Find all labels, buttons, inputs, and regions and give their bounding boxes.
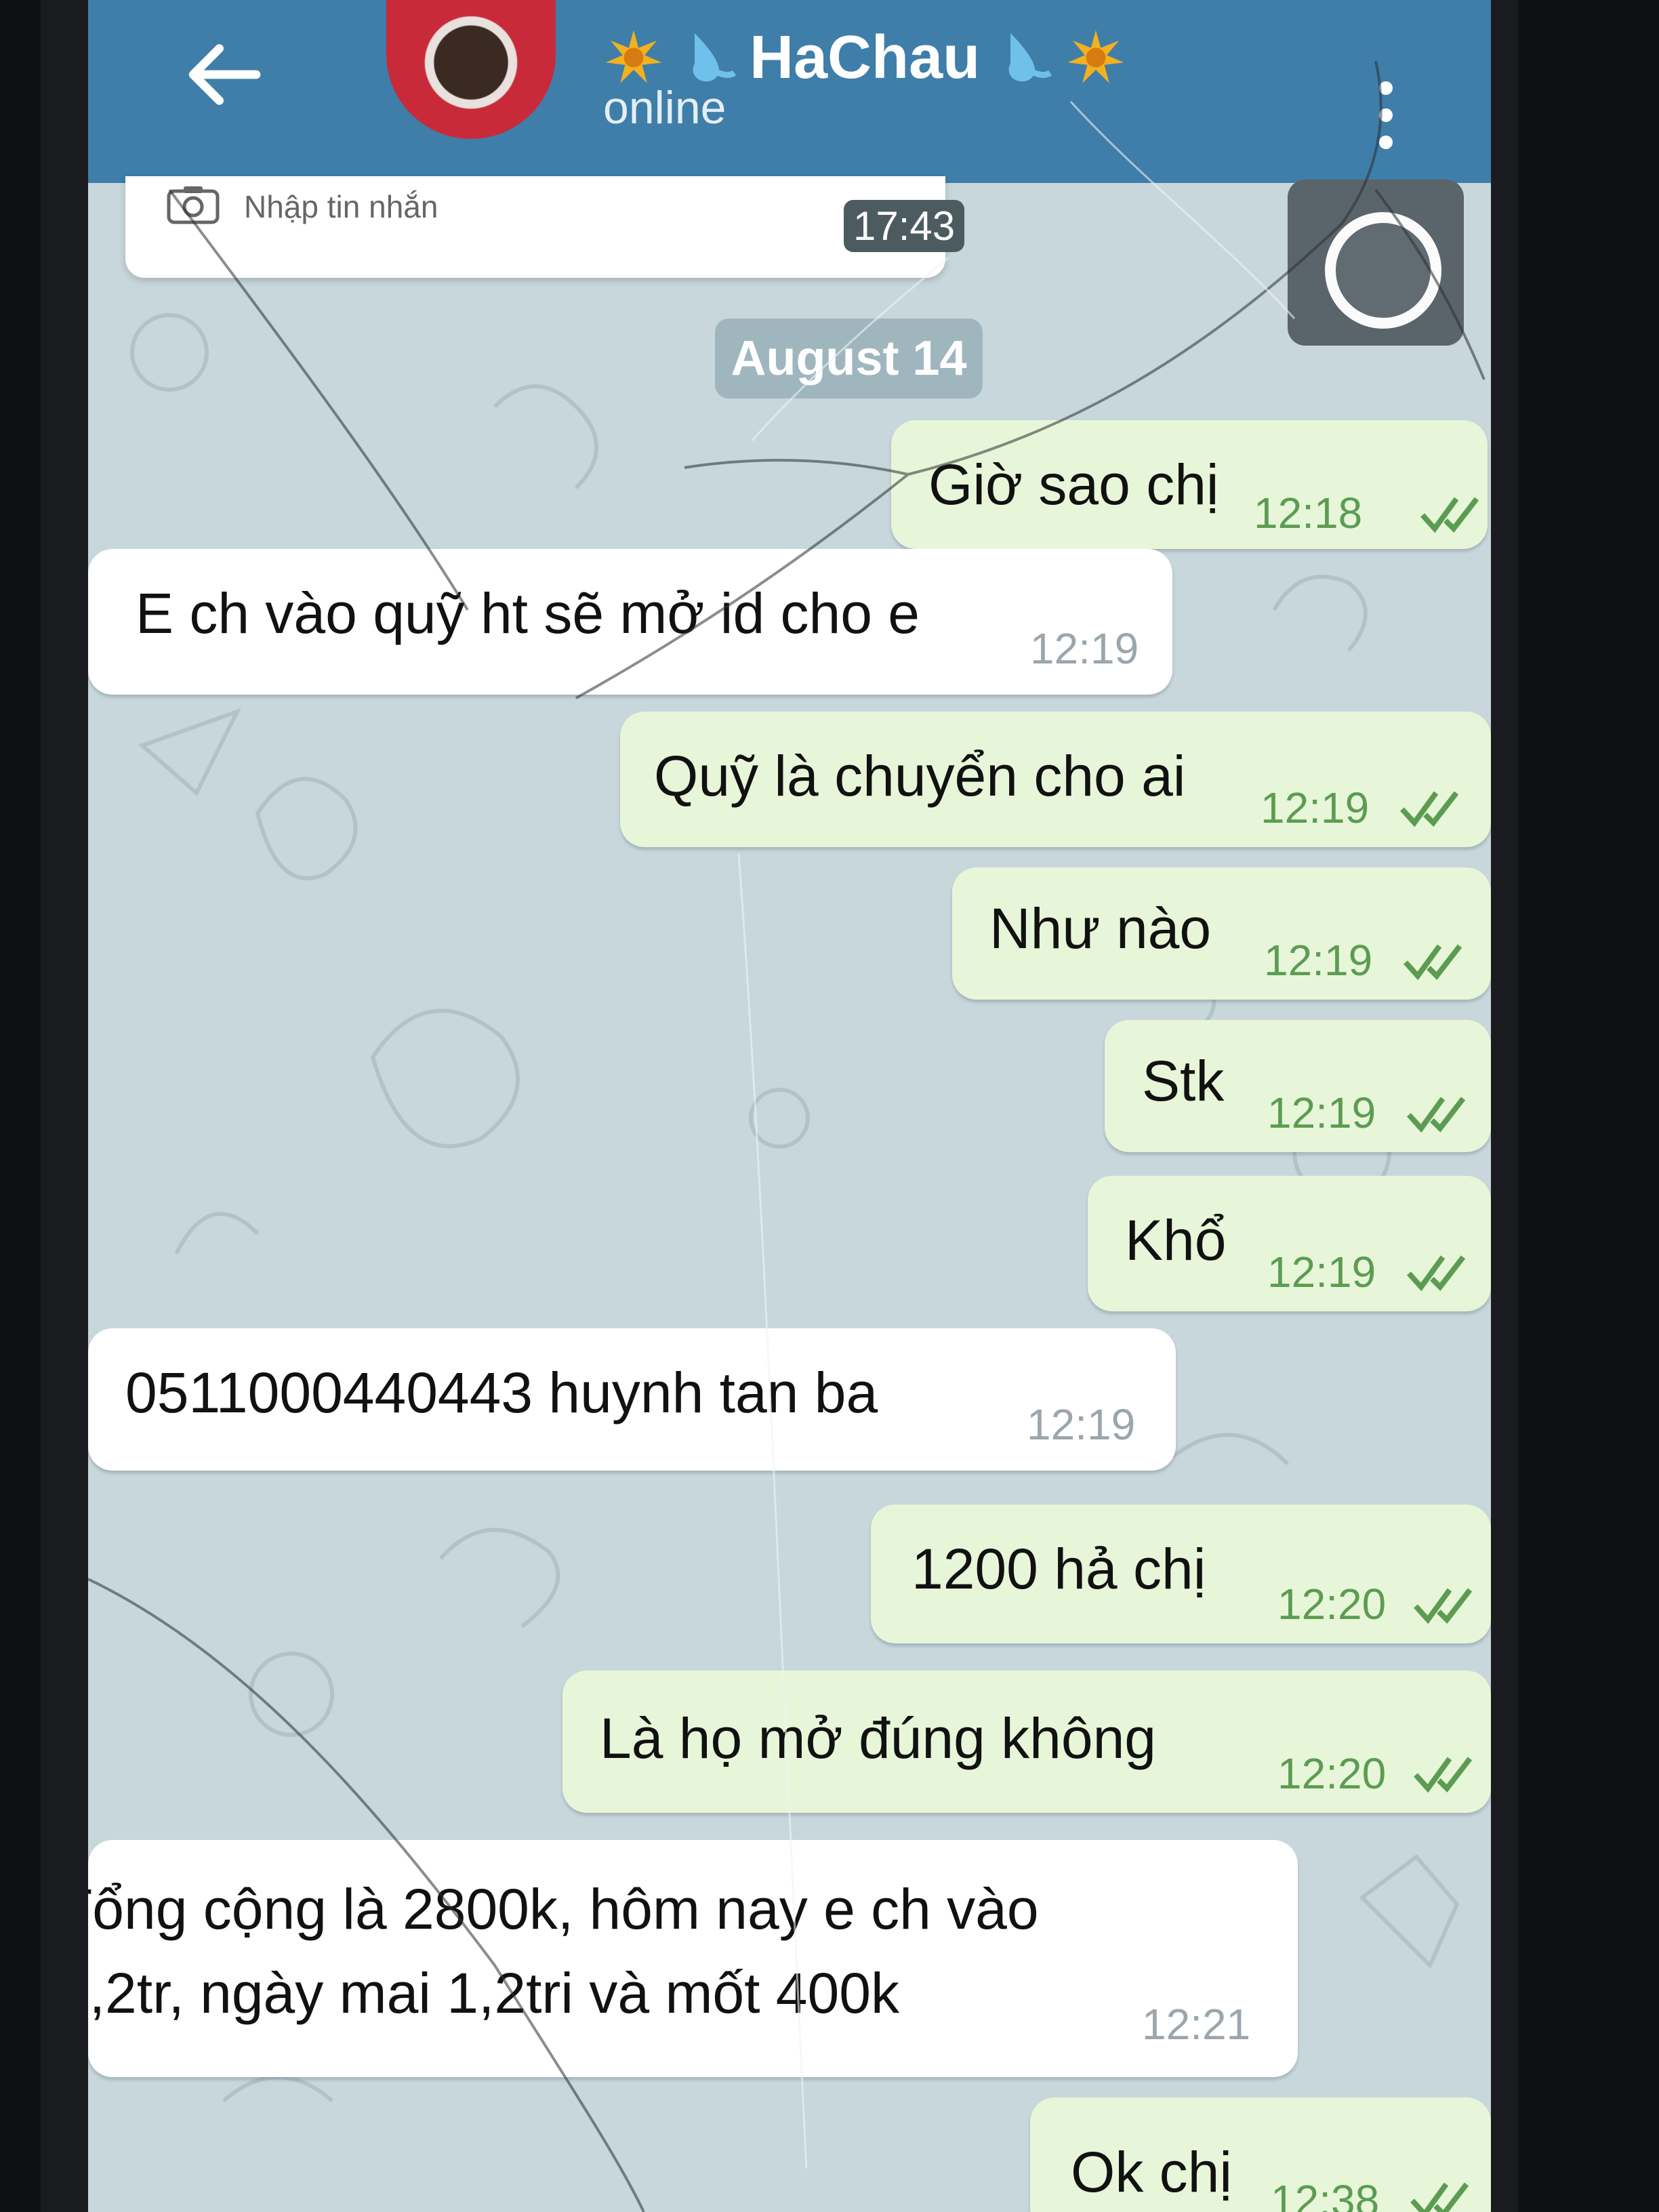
double-check-icon bbox=[1420, 497, 1479, 533]
phone-frame: HaChau online Nhập tin nhắn 17:43 August… bbox=[41, 0, 1518, 2212]
message-text: Tổng cộng là 2800k, hôm nay e ch vào 1,2… bbox=[88, 1877, 1039, 2025]
message-time: 12:21 bbox=[1142, 2000, 1251, 2049]
double-check-icon bbox=[1407, 1255, 1466, 1292]
message-text: 0511000440443 huynh tan ba bbox=[125, 1361, 878, 1425]
double-check-icon bbox=[1404, 944, 1462, 981]
message-input-overlay[interactable]: Nhập tin nhắn 17:43 bbox=[125, 176, 965, 278]
message-text: Như nào bbox=[989, 897, 1212, 960]
camera-icon[interactable] bbox=[166, 184, 220, 225]
message-text: Giờ sao chị bbox=[928, 453, 1219, 516]
double-check-icon bbox=[1407, 1097, 1466, 1133]
message-bubble[interactable]: Stk 12:19 bbox=[1105, 1020, 1491, 1152]
message-time: 12:18 bbox=[1254, 489, 1363, 537]
vertical-dots-icon[interactable] bbox=[1372, 78, 1399, 152]
message-time: 12:19 bbox=[1027, 1400, 1136, 1449]
message-bubble[interactable]: Tổng cộng là 2800k, hôm nay e ch vào 1,2… bbox=[88, 1840, 1298, 2077]
sun-icon bbox=[1067, 30, 1124, 83]
online-status: online bbox=[603, 82, 726, 134]
message-bubble[interactable]: Giờ sao chị 12:18 bbox=[891, 420, 1488, 549]
message-bubble[interactable]: Ok chị 12:38 bbox=[1030, 2097, 1491, 2212]
floating-round-button[interactable] bbox=[1288, 180, 1464, 346]
message-bubble[interactable]: Khổ 12:19 bbox=[1088, 1176, 1491, 1311]
message-text: Ok chị bbox=[1071, 2140, 1233, 2204]
message-text: Stk bbox=[1142, 1049, 1225, 1113]
double-check-icon bbox=[1414, 1588, 1473, 1624]
droplet-icon bbox=[1008, 33, 1052, 82]
message-bubble[interactable]: 0511000440443 huynh tan ba 12:19 bbox=[88, 1328, 1176, 1471]
time-chip: 17:43 bbox=[844, 200, 965, 252]
message-text: 1200 hả chị bbox=[912, 1537, 1206, 1601]
message-time: 12:19 bbox=[1264, 936, 1373, 985]
message-time: 12:19 bbox=[1267, 1248, 1376, 1296]
message-time: 12:38 bbox=[1271, 2176, 1380, 2212]
droplet-icon bbox=[693, 33, 737, 82]
message-time: 12:20 bbox=[1277, 1749, 1387, 1798]
contact-avatar[interactable] bbox=[386, 0, 556, 139]
message-time: 12:19 bbox=[1261, 783, 1370, 832]
double-check-icon bbox=[1400, 791, 1459, 827]
double-check-icon bbox=[1410, 2182, 1469, 2212]
message-time: 12:20 bbox=[1277, 1580, 1387, 1629]
message-text: E ch vào quỹ ht sẽ mở id cho e bbox=[136, 581, 920, 645]
double-check-icon bbox=[1414, 1757, 1473, 1793]
sun-icon bbox=[605, 30, 662, 83]
contact-name: HaChau bbox=[750, 23, 981, 91]
message-bubble[interactable]: Như nào 12:19 bbox=[952, 867, 1491, 1000]
message-bubble[interactable]: Quỹ là chuyển cho ai 12:19 bbox=[620, 712, 1491, 847]
message-bubble[interactable]: Là họ mở đúng không 12:20 bbox=[562, 1671, 1491, 1813]
arrow-left-icon[interactable] bbox=[169, 20, 278, 129]
message-time: 12:19 bbox=[1030, 624, 1139, 673]
date-label: August 14 bbox=[715, 319, 983, 398]
message-text: Là họ mở đúng không bbox=[600, 1706, 1157, 1770]
message-text: Khổ bbox=[1125, 1208, 1227, 1272]
message-text: Quỹ là chuyển cho ai bbox=[654, 744, 1186, 808]
chat-screen: HaChau online Nhập tin nhắn 17:43 August… bbox=[88, 0, 1491, 2212]
chat-header: HaChau online bbox=[88, 0, 1491, 183]
message-time: 12:19 bbox=[1267, 1088, 1376, 1137]
message-bubble[interactable]: E ch vào quỹ ht sẽ mở id cho e 12:19 bbox=[88, 549, 1172, 695]
message-bubble[interactable]: 1200 hả chị 12:20 bbox=[871, 1504, 1491, 1643]
message-input-placeholder: Nhập tin nhắn bbox=[244, 189, 438, 224]
